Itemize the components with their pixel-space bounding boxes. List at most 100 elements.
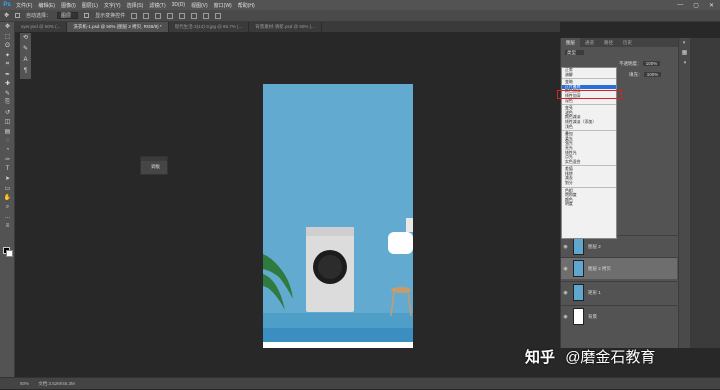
status-bar: 50% 文档:3.52M/46.3M: [0, 377, 720, 389]
show-transform-label: 显示变换控件: [95, 13, 126, 19]
document-tab[interactable]: 背景素材-清新.psd @ 50% (...: [249, 22, 322, 32]
document-tab[interactable]: 现代生活-3(14)-3.jpg @ 66.7% (...: [169, 22, 250, 32]
layer-name: 背景: [588, 313, 597, 319]
crop-tool-icon[interactable]: ⌗: [0, 60, 15, 70]
align-middle-icon[interactable]: [143, 12, 150, 19]
blend-mode-option[interactable]: 实色混合: [562, 159, 616, 165]
blur-tool-icon[interactable]: ◌: [0, 136, 15, 146]
auto-select-checkbox[interactable]: [15, 13, 21, 18]
panel-tab[interactable]: 历史: [618, 38, 637, 47]
visibility-eye-icon[interactable]: ◉: [561, 314, 570, 320]
highlight-annotation-box: [557, 90, 622, 99]
menu-item[interactable]: 帮助(H): [238, 2, 255, 9]
blend-mode-option[interactable]: 划分: [562, 180, 616, 186]
history-brush-tool-icon[interactable]: ↺: [0, 108, 15, 118]
layer-thumbnail: [573, 284, 584, 301]
shape-tool-icon[interactable]: ▭: [0, 184, 15, 194]
align-left-icon[interactable]: [167, 12, 174, 19]
fill-value[interactable]: 100%: [643, 72, 662, 77]
healing-tool-icon[interactable]: ✚: [0, 79, 15, 89]
marquee-tool-icon[interactable]: ⬚: [0, 32, 15, 42]
menu-item[interactable]: 图像(I): [61, 2, 76, 9]
options-bar: ✥ 自动选择： 图层 显示变换控件: [0, 10, 720, 22]
document-tab[interactable]: 洗衣机-1.psd @ 50% (图层 2 拷贝, RGB/8) *: [67, 22, 169, 32]
align-right-icon[interactable]: [191, 12, 198, 19]
panel-tab[interactable]: 路径: [599, 38, 618, 47]
panel-tab[interactable]: 图层: [561, 38, 580, 47]
opacity-value[interactable]: 100%: [642, 61, 661, 66]
menu-item[interactable]: 视图(V): [191, 2, 208, 9]
auto-select-dropdown[interactable]: 图层: [57, 12, 79, 19]
eraser-tool-icon[interactable]: ◫: [0, 117, 15, 127]
document-tab[interactable]: xyer.psd @ 50% (...: [15, 22, 68, 32]
layer-name: 矩形 1: [588, 289, 601, 295]
menu-item[interactable]: 窗口(W): [214, 2, 232, 9]
path-select-tool-icon[interactable]: ➤: [0, 174, 15, 184]
window-controls: — ▢ ✕: [677, 2, 720, 9]
adjustments-panel-icon[interactable]: ◑: [679, 58, 690, 68]
3d-mode-icon[interactable]: [215, 12, 222, 19]
align-bottom-icon[interactable]: [155, 12, 162, 19]
dodge-tool-icon[interactable]: ◔: [0, 146, 15, 156]
watermark-handle: @磨金石教育: [565, 349, 656, 366]
panel-tab[interactable]: 通道: [580, 38, 599, 47]
close-button[interactable]: ✕: [709, 2, 714, 9]
menu-item[interactable]: 3D(D): [172, 2, 185, 9]
align-center-icon[interactable]: [179, 12, 186, 19]
edit-toolbar-icon[interactable]: ≡: [0, 222, 15, 232]
visibility-eye-icon[interactable]: ◉: [561, 290, 570, 296]
gradient-tool-icon[interactable]: ▤: [0, 127, 15, 137]
lasso-tool-icon[interactable]: ʘ: [0, 41, 15, 51]
layer-row[interactable]: ◉ 图层 2 拷贝: [561, 257, 677, 279]
hand-tool-icon[interactable]: ✋: [0, 193, 15, 203]
document-canvas[interactable]: [263, 84, 413, 348]
quick-select-tool-icon[interactable]: ✦: [0, 51, 15, 61]
minimize-button[interactable]: —: [677, 2, 683, 9]
zoom-level[interactable]: 50%: [20, 381, 29, 386]
pen-tool-icon[interactable]: ✑: [0, 155, 15, 165]
blend-mode-option[interactable]: 浅色: [562, 124, 616, 130]
brush-preset-icon[interactable]: ✎: [20, 44, 31, 55]
menu-item[interactable]: 文字(Y): [104, 2, 121, 9]
blend-mode-option[interactable]: 明度: [562, 202, 616, 207]
swatches-panel-icon[interactable]: ▦: [679, 48, 690, 58]
menu-item[interactable]: 选择(S): [127, 2, 144, 9]
type-tool-icon[interactable]: T: [0, 165, 15, 175]
blend-mode-option[interactable]: 溶解: [562, 72, 616, 78]
clone-stamp-tool-icon[interactable]: ⎘: [0, 98, 15, 108]
menu-item[interactable]: 图层(L): [82, 2, 98, 9]
visibility-eye-icon[interactable]: ◉: [561, 244, 570, 250]
layer-thumbnail: [573, 308, 584, 325]
paragraph-icon[interactable]: ¶: [20, 66, 31, 77]
visibility-eye-icon[interactable]: ◉: [561, 266, 570, 272]
layer-name: 图层 2: [588, 243, 601, 249]
zoom-tool-icon[interactable]: ⌕: [0, 203, 15, 213]
menu-bar: Ps 文件(F) 编辑(E) 图像(I) 图层(L) 文字(Y) 选择(S) 滤镜(T) 3D…: [0, 0, 720, 10]
maximize-button[interactable]: ▢: [693, 2, 699, 9]
history-icon[interactable]: ⟲: [20, 33, 31, 44]
filter-kind-dropdown[interactable]: 类型: [565, 50, 584, 55]
move-tool-icon[interactable]: ✥: [0, 22, 15, 32]
more-tools-icon[interactable]: …: [0, 212, 15, 222]
menu-item[interactable]: 编辑(E): [38, 2, 55, 9]
menu-item[interactable]: 文件(F): [16, 2, 32, 9]
eyedropper-tool-icon[interactable]: ✒: [0, 70, 15, 80]
align-top-icon[interactable]: [131, 12, 138, 19]
menu-item[interactable]: 滤镜(T): [149, 2, 165, 9]
floating-panel-label: 调板: [151, 164, 160, 169]
brush-tool-icon[interactable]: ✎: [0, 89, 15, 99]
character-icon[interactable]: A: [20, 55, 31, 66]
layer-row[interactable]: ◉ 背景: [561, 305, 677, 327]
floating-panel[interactable]: 调板: [140, 156, 168, 175]
background-color-swatch[interactable]: [6, 250, 13, 257]
layer-row[interactable]: ◉ 矩形 1: [561, 281, 677, 303]
show-transform-checkbox[interactable]: [84, 13, 90, 18]
workspace-scroll-area[interactable]: [690, 38, 720, 348]
fill-label: 填充：: [629, 72, 643, 77]
panel-dock: ◐ ▦ ◑: [678, 38, 690, 348]
color-panel-icon[interactable]: ◐: [679, 38, 690, 48]
move-tool-icon[interactable]: ✥: [4, 12, 9, 19]
photoshop-logo: Ps: [3, 2, 11, 8]
distribute-icon[interactable]: [203, 12, 210, 19]
blend-mode-option[interactable]: 深色: [562, 98, 616, 104]
